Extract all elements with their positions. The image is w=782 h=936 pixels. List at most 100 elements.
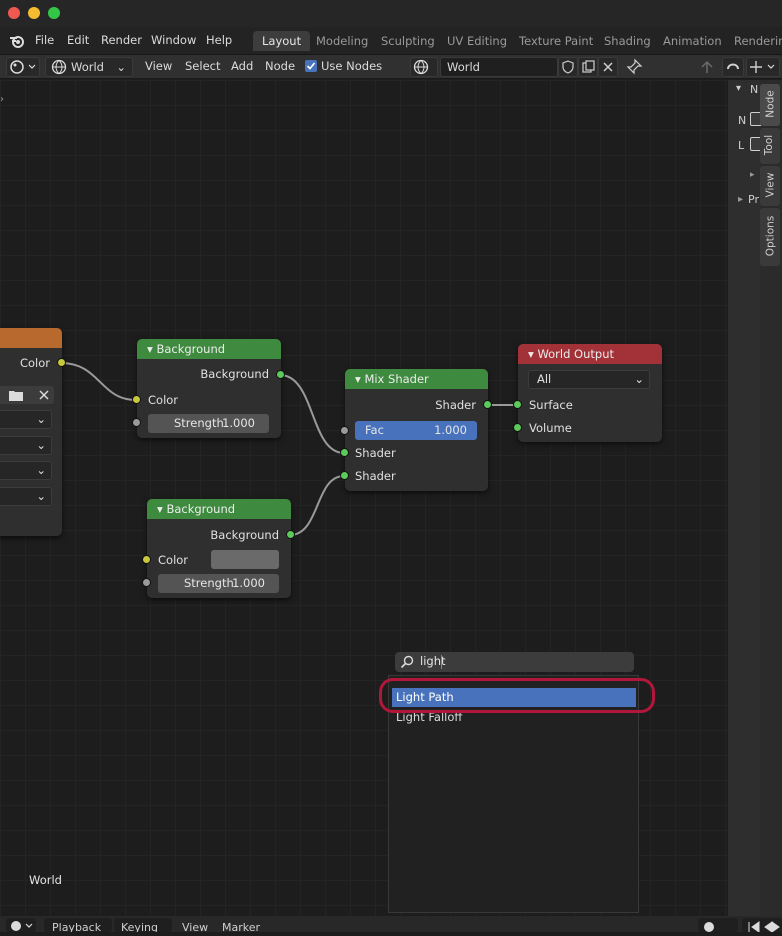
folder-icon[interactable] <box>8 387 24 406</box>
color-input-socket[interactable] <box>142 555 151 564</box>
panel-collapse-icon[interactable]: ▾ <box>736 83 741 94</box>
shader-output-socket[interactable] <box>483 400 492 409</box>
chevron-down-icon: ⌄ <box>36 463 46 477</box>
strength-field[interactable]: Strength 1.000 <box>148 414 269 433</box>
collapsed-panel-arrow-icon[interactable]: ▸ <box>738 194 743 205</box>
marker-menu[interactable]: Marker <box>222 920 260 936</box>
background-output-socket[interactable] <box>286 530 295 539</box>
strength-input-socket[interactable] <box>142 578 151 587</box>
color-input-socket[interactable] <box>132 395 141 404</box>
top-bar: File Edit Render Window Help Layout Mode… <box>0 27 782 55</box>
dropdown-3[interactable]: ⌄ <box>0 461 52 480</box>
parent-node-tree-icon[interactable] <box>698 58 718 76</box>
properties-panel-label: Pr <box>748 193 759 206</box>
node-menu[interactable]: Node <box>265 59 295 73</box>
shader-output-label: Shader <box>435 398 476 412</box>
tab-uv-editing[interactable]: UV Editing <box>438 31 516 51</box>
surface-input-socket[interactable] <box>513 400 522 409</box>
tab-options[interactable]: Options <box>760 208 780 266</box>
jump-start-icon[interactable] <box>742 918 782 933</box>
chevron-down-icon: ⌄ <box>36 412 46 426</box>
use-nodes-checkbox[interactable] <box>305 60 317 72</box>
menu-render[interactable]: Render <box>101 33 142 47</box>
world-browse-button[interactable] <box>410 57 438 77</box>
chevron-down-icon: ⌄ <box>36 489 46 503</box>
record-button[interactable] <box>698 918 738 932</box>
duplicate-icon[interactable] <box>578 57 598 77</box>
target-select[interactable]: All ⌄ <box>528 370 650 389</box>
window-titlebar <box>0 0 782 27</box>
color-output-socket[interactable] <box>57 358 66 367</box>
shader-type-select[interactable]: World ⌄ <box>45 57 133 77</box>
background-output-label: Background <box>210 528 279 542</box>
pin-icon[interactable] <box>625 58 645 76</box>
strength-input-socket[interactable] <box>132 418 141 427</box>
menu-help[interactable]: Help <box>206 33 232 47</box>
snap-target-select[interactable] <box>746 57 780 77</box>
timeline-header: Playback Keying View Marker <box>0 916 782 934</box>
editor-type-button[interactable] <box>6 57 40 77</box>
close-window-button[interactable] <box>8 7 20 19</box>
text-cursor <box>441 655 442 669</box>
dropdown-4[interactable]: ⌄ <box>0 487 52 506</box>
region-toggle-arrow-icon[interactable]: › <box>0 94 4 105</box>
sidebar-content: ▾ N N L ▸ ▸ Pr <box>728 80 762 916</box>
add-menu[interactable]: Add <box>231 59 253 73</box>
tab-animation[interactable]: Animation <box>654 31 731 51</box>
view-menu[interactable]: View <box>182 920 208 936</box>
tab-view[interactable]: View <box>760 166 780 206</box>
tab-texture-paint[interactable]: Texture Paint <box>510 31 602 51</box>
partial-texture-node[interactable]: Color ⌄ ⌄ ⌄ ⌄ <box>0 328 62 536</box>
menu-file[interactable]: File <box>35 33 54 47</box>
view-menu[interactable]: View <box>145 59 172 73</box>
menu-edit[interactable]: Edit <box>67 33 89 47</box>
keying-menu[interactable]: Keying <box>114 918 172 932</box>
dropdown-1[interactable]: ⌄ <box>0 410 52 429</box>
search-input[interactable]: light <box>395 652 634 672</box>
collapsed-panel-arrow-icon[interactable]: ▸ <box>750 170 755 180</box>
strength-field[interactable]: Strength 1.000 <box>158 574 279 593</box>
tab-shading[interactable]: Shading <box>595 31 660 51</box>
close-icon[interactable] <box>36 387 52 406</box>
background-node-1[interactable]: ▾ Background Background Color Strength 1… <box>137 339 281 438</box>
world-icon <box>51 59 67 80</box>
image-buttons[interactable] <box>0 386 54 404</box>
world-name-field[interactable]: World <box>440 57 558 77</box>
unlink-close-icon[interactable] <box>598 57 618 77</box>
select-menu[interactable]: Select <box>185 59 220 73</box>
minimize-window-button[interactable] <box>28 7 40 19</box>
world-output-node[interactable]: ▾ World Output All ⌄ Surface Volume <box>518 344 662 442</box>
menu-window[interactable]: Window <box>151 33 196 47</box>
shader-input-2-socket[interactable] <box>340 471 349 480</box>
playback-menu[interactable]: Playback <box>44 918 112 932</box>
node-editor-header: World ⌄ View Select Add Node Use Nodes W… <box>0 55 782 79</box>
tab-sculpting[interactable]: Sculpting <box>372 31 444 51</box>
tab-tool[interactable]: Tool <box>760 128 780 164</box>
fac-input-socket[interactable] <box>340 426 349 435</box>
tab-node[interactable]: Node <box>760 84 780 126</box>
color-swatch[interactable] <box>211 550 279 569</box>
dropdown-2[interactable]: ⌄ <box>0 436 52 455</box>
mix-shader-node[interactable]: ▾ Mix Shader Shader Fac 1.000 Shader Sha… <box>345 369 488 491</box>
search-icon <box>399 654 415 673</box>
shader-input-1-label: Shader <box>355 446 396 460</box>
tab-modeling[interactable]: Modeling <box>307 31 377 51</box>
fake-user-shield-icon[interactable] <box>558 57 578 77</box>
highlight-annotation-ring <box>379 678 655 713</box>
editor-type-button[interactable] <box>6 918 36 932</box>
node-header: ▾ Mix Shader <box>345 369 488 389</box>
background-node-2[interactable]: ▾ Background Background Color Strength 1… <box>147 499 291 598</box>
surface-input-label: Surface <box>529 398 573 412</box>
chevron-down-icon: ⌄ <box>36 438 46 452</box>
color-input-label: Color <box>148 393 179 407</box>
tab-rendering[interactable]: Rendering <box>725 31 782 51</box>
maximize-window-button[interactable] <box>48 7 60 19</box>
fac-field[interactable]: Fac 1.000 <box>355 421 477 440</box>
sidebar-panel: ▾ N N L ▸ ▸ Pr Node Tool View Options <box>728 80 782 916</box>
shader-input-1-socket[interactable] <box>340 448 349 457</box>
blender-logo-icon[interactable] <box>8 32 26 50</box>
background-output-socket[interactable] <box>276 370 285 379</box>
snapping-icon[interactable] <box>722 57 744 77</box>
tab-layout[interactable]: Layout <box>253 31 311 51</box>
volume-input-socket[interactable] <box>513 423 522 432</box>
